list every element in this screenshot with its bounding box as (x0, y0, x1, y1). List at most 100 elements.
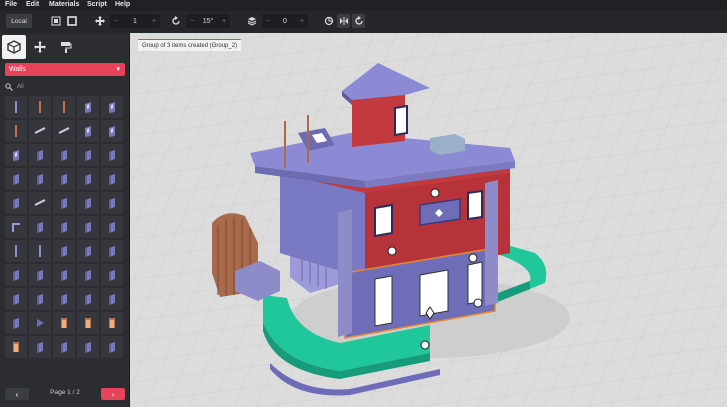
pagination: ‹ Page 1 / 2 › (5, 388, 125, 400)
asset-tile[interactable] (101, 264, 123, 286)
asset-tile[interactable] (53, 168, 75, 190)
asset-tile[interactable] (29, 312, 51, 334)
layer-value[interactable]: 0 (274, 18, 296, 25)
asset-tile[interactable] (101, 192, 123, 214)
layer-minus[interactable]: − (262, 18, 274, 25)
ground-door-center (419, 269, 449, 317)
asset-tile[interactable] (77, 240, 99, 262)
gizmo-handle-bottom[interactable] (420, 340, 430, 350)
asset-tile[interactable] (77, 96, 99, 118)
menu-script[interactable]: Script (87, 1, 107, 8)
asset-tile[interactable] (53, 336, 75, 358)
tab-objects[interactable] (2, 35, 26, 59)
asset-tile[interactable] (53, 216, 75, 238)
asset-tile[interactable] (101, 240, 123, 262)
layer-plus[interactable]: + (296, 18, 308, 25)
move-step-plus[interactable]: + (148, 18, 160, 25)
asset-tile[interactable] (5, 144, 27, 166)
asset-tile[interactable] (77, 144, 99, 166)
scene-canvas[interactable] (130, 33, 727, 407)
3d-viewport[interactable] (130, 33, 727, 407)
asset-tile[interactable] (53, 312, 75, 334)
menu-file[interactable]: File (5, 1, 17, 8)
prev-page-button[interactable]: ‹ (5, 388, 29, 400)
asset-tile[interactable] (29, 120, 51, 142)
asset-tile[interactable] (5, 312, 27, 334)
search-field[interactable]: All (5, 81, 125, 93)
window-right (467, 189, 483, 221)
bounds-icon[interactable] (66, 14, 78, 28)
asset-tile[interactable] (101, 96, 123, 118)
move-step-value[interactable]: 1 (122, 18, 148, 25)
rotate-step-stepper[interactable]: − 15° + (186, 14, 230, 28)
gizmo-handle-lower-right[interactable] (473, 298, 483, 308)
asset-tile[interactable] (5, 96, 27, 118)
asset-tile[interactable] (5, 168, 27, 190)
asset-tile[interactable] (29, 264, 51, 286)
rotate-step-minus[interactable]: − (186, 18, 198, 25)
menu-help[interactable]: Help (115, 1, 130, 8)
move-step-stepper[interactable]: − 1 + (110, 14, 160, 28)
asset-tile[interactable] (53, 192, 75, 214)
asset-tile[interactable] (29, 288, 51, 310)
asset-tile[interactable] (77, 264, 99, 286)
asset-tile[interactable] (5, 264, 27, 286)
category-dropdown[interactable]: Walls ▾ (5, 63, 125, 76)
asset-tile[interactable] (77, 192, 99, 214)
asset-tile[interactable] (29, 168, 51, 190)
menu-edit[interactable]: Edit (26, 1, 39, 8)
reset-rotation-icon[interactable] (352, 14, 365, 28)
asset-tile[interactable] (101, 336, 123, 358)
asset-tile[interactable] (5, 288, 27, 310)
asset-tile[interactable] (101, 168, 123, 190)
snap-icon[interactable] (322, 14, 335, 28)
menu-materials[interactable]: Materials (49, 1, 79, 8)
asset-tile[interactable] (77, 312, 99, 334)
rotate-step-plus[interactable]: + (218, 18, 230, 25)
asset-tile[interactable] (53, 264, 75, 286)
gizmo-handle-top[interactable] (430, 188, 440, 198)
local-space-button[interactable]: Local (6, 14, 32, 28)
asset-tile[interactable] (5, 192, 27, 214)
asset-tile[interactable] (5, 216, 27, 238)
asset-tile[interactable] (77, 336, 99, 358)
tower-window (394, 104, 408, 137)
asset-tile[interactable] (53, 240, 75, 262)
asset-tile[interactable] (53, 96, 75, 118)
asset-tile[interactable] (29, 336, 51, 358)
asset-tile[interactable] (5, 120, 27, 142)
asset-tile[interactable] (29, 96, 51, 118)
rotate-icon (170, 14, 182, 28)
asset-tile[interactable] (5, 336, 27, 358)
asset-tile[interactable] (101, 288, 123, 310)
asset-tile[interactable] (101, 312, 123, 334)
asset-tile[interactable] (101, 216, 123, 238)
tab-paint[interactable] (54, 35, 78, 59)
pivot-icon[interactable] (50, 14, 62, 28)
asset-tile[interactable] (77, 288, 99, 310)
next-page-button[interactable]: › (101, 388, 125, 400)
layer-stepper[interactable]: − 0 + (262, 14, 308, 28)
asset-tile[interactable] (53, 120, 75, 142)
move-step-minus[interactable]: − (110, 18, 122, 25)
page-indicator: Page 1 / 2 (50, 389, 80, 396)
tab-transform[interactable] (28, 35, 52, 59)
asset-tile[interactable] (77, 216, 99, 238)
move-icon (94, 14, 106, 28)
asset-tile[interactable] (53, 144, 75, 166)
asset-tile[interactable] (5, 240, 27, 262)
asset-tile[interactable] (77, 120, 99, 142)
asset-tile[interactable] (101, 144, 123, 166)
asset-tile[interactable] (53, 288, 75, 310)
gizmo-handle-right[interactable] (468, 253, 478, 263)
gizmo-handle-left[interactable] (387, 246, 397, 256)
rotate-step-value[interactable]: 15° (198, 18, 218, 25)
mirror-icon[interactable] (337, 14, 350, 28)
asset-tile[interactable] (77, 168, 99, 190)
asset-tile[interactable] (29, 192, 51, 214)
chevron-down-icon: ▾ (116, 66, 120, 73)
asset-tile[interactable] (101, 120, 123, 142)
asset-tile[interactable] (29, 240, 51, 262)
asset-tile[interactable] (29, 216, 51, 238)
asset-tile[interactable] (29, 144, 51, 166)
